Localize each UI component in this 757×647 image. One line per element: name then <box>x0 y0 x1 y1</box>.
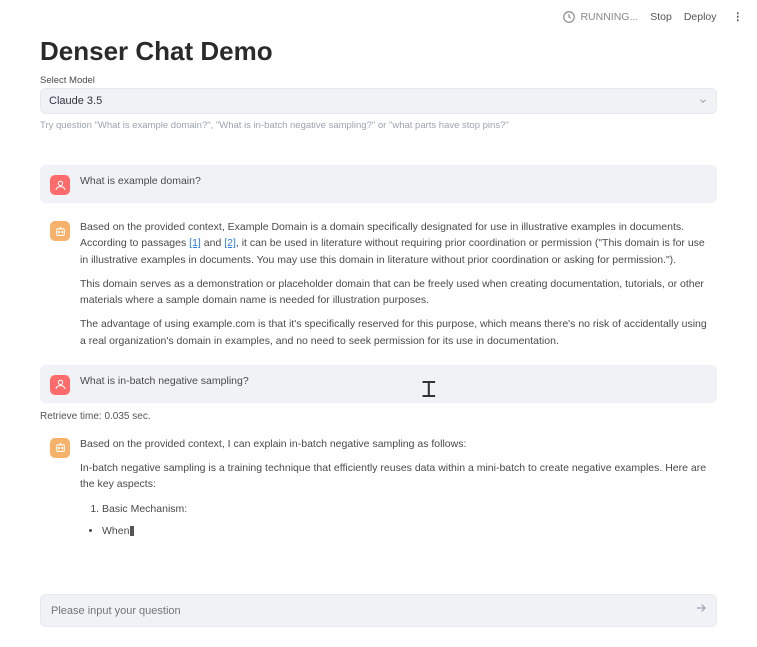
citation-link-2[interactable]: [2] <box>224 237 236 249</box>
answer2-list: Basic Mechanism: <box>80 501 707 517</box>
send-icon <box>694 601 708 615</box>
answer2-bullets: When <box>80 523 707 539</box>
answer2-p1: Based on the provided context, I can exp… <box>80 436 707 452</box>
running-label: RUNNING... <box>580 11 638 23</box>
answer2-p2: In-batch negative sampling is a training… <box>80 460 707 493</box>
user-avatar <box>50 175 70 195</box>
user-avatar <box>50 375 70 395</box>
message-text: What is in-batch negative sampling? <box>80 373 707 389</box>
page-title: Denser Chat Demo <box>40 36 717 67</box>
topbar: RUNNING... Stop Deploy ⋮ <box>0 0 757 30</box>
answer-p1: Based on the provided context, Example D… <box>80 219 707 268</box>
typing-cursor-icon <box>130 526 134 536</box>
user-icon <box>54 378 67 391</box>
model-select[interactable]: Claude 3.5 <box>40 88 717 114</box>
page: Denser Chat Demo Select Model Claude 3.5… <box>0 36 757 553</box>
user-icon <box>54 179 67 192</box>
running-status: RUNNING... <box>562 10 638 24</box>
assistant-avatar <box>50 221 70 241</box>
deploy-button[interactable]: Deploy <box>684 11 717 23</box>
chat-message-assistant: Based on the provided context, I can exp… <box>40 428 717 553</box>
bot-icon <box>54 225 67 238</box>
bot-icon <box>54 441 67 454</box>
list-item: When <box>102 523 707 539</box>
menu-kebab-icon[interactable]: ⋮ <box>729 11 748 23</box>
chat-message-user: What is in-batch negative sampling? <box>40 365 717 403</box>
citation-link-1[interactable]: [1] <box>189 237 201 249</box>
answer-p3: The advantage of using example.com is th… <box>80 316 707 349</box>
hint-text: Try question "What is example domain?", … <box>40 120 717 131</box>
chat-input-wrap[interactable] <box>40 594 717 627</box>
message-body: What is in-batch negative sampling? <box>80 373 707 389</box>
chat-area: What is example domain? Based on the pro… <box>40 165 717 553</box>
answer-p2: This domain serves as a demonstration or… <box>80 276 707 309</box>
chat-message-user: What is example domain? <box>40 165 717 203</box>
running-icon <box>562 10 576 24</box>
chat-message-assistant: Based on the provided context, Example D… <box>40 211 717 357</box>
chat-input[interactable] <box>49 604 694 618</box>
chevron-down-icon <box>698 96 708 106</box>
message-body: Based on the provided context, I can exp… <box>80 436 707 545</box>
model-select-value: Claude 3.5 <box>49 95 102 107</box>
list-item: Basic Mechanism: <box>102 501 707 517</box>
assistant-avatar <box>50 438 70 458</box>
stop-button[interactable]: Stop <box>650 11 672 23</box>
message-body: What is example domain? <box>80 173 707 189</box>
retrieve-time: Retrieve time: 0.035 sec. <box>40 411 717 422</box>
send-button[interactable] <box>694 601 708 620</box>
select-label: Select Model <box>40 75 717 86</box>
message-text: What is example domain? <box>80 173 707 189</box>
message-body: Based on the provided context, Example D… <box>80 219 707 349</box>
